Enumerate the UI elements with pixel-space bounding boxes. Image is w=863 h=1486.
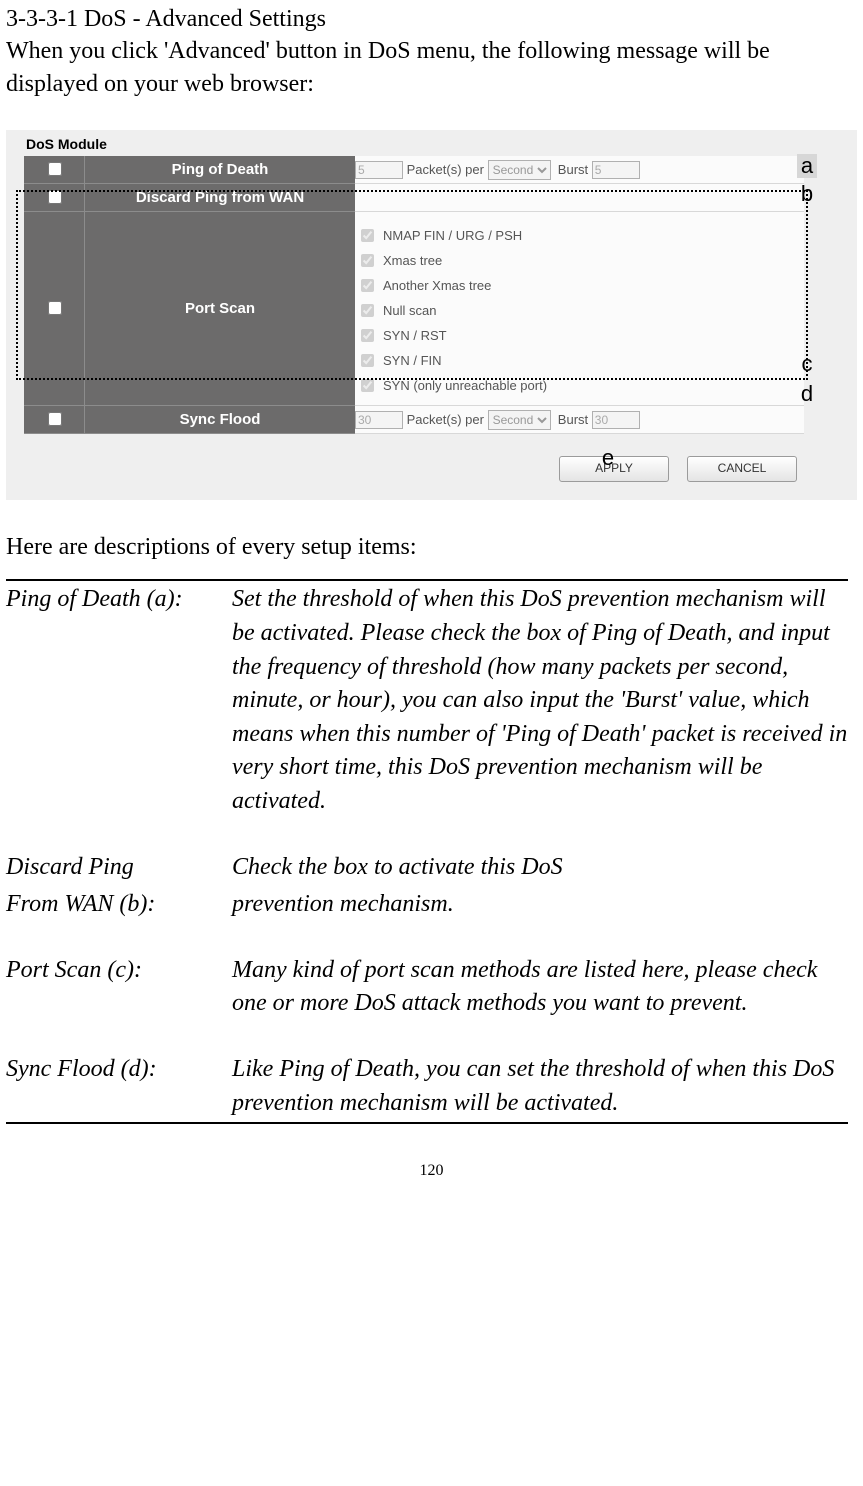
dos-settings-table: Ping of Death Packet(s) per Second Burst… — [24, 156, 804, 435]
port-scan-item-label: SYN / RST — [383, 328, 447, 343]
annotation-a: a — [797, 154, 817, 178]
burst-label: Burst — [558, 162, 588, 177]
ping-of-death-unit[interactable]: Second — [488, 160, 551, 180]
discard-ping-label: Discard Ping from WAN — [85, 184, 356, 212]
port-scan-item-label: Another Xmas tree — [383, 278, 491, 293]
packets-per-label: Packet(s) per — [407, 412, 484, 427]
discard-ping-checkbox[interactable] — [48, 190, 62, 204]
port-scan-item-checkbox[interactable] — [361, 279, 374, 292]
port-scan-list: NMAP FIN / URG / PSH Xmas tree Another X… — [355, 218, 804, 400]
port-scan-item-checkbox[interactable] — [361, 229, 374, 242]
desc-text: Check the box to activate this DoS — [232, 849, 848, 887]
descriptions-intro: Here are descriptions of every setup ite… — [6, 534, 857, 561]
port-scan-item-label: Xmas tree — [383, 253, 442, 268]
desc-text: Set the threshold of when this DoS preve… — [232, 580, 848, 820]
sync-flood-unit[interactable]: Second — [488, 410, 551, 430]
page-number: 120 — [6, 1162, 857, 1180]
annotation-e: e — [598, 446, 618, 470]
desc-term: Port Scan (c): — [6, 952, 232, 1023]
annotation-c: c — [797, 352, 817, 376]
ping-of-death-checkbox[interactable] — [48, 162, 62, 176]
intro-text: When you click 'Advanced' button in DoS … — [6, 35, 857, 100]
sync-flood-checkbox[interactable] — [48, 412, 62, 426]
sync-flood-burst[interactable] — [592, 411, 640, 429]
port-scan-label: Port Scan — [85, 212, 356, 406]
ping-of-death-label: Ping of Death — [85, 156, 356, 184]
sync-flood-packets[interactable] — [355, 411, 403, 429]
desc-term: Discard Ping — [6, 849, 232, 887]
cancel-button[interactable]: CANCEL — [687, 456, 797, 482]
burst-label: Burst — [558, 412, 588, 427]
packets-per-label: Packet(s) per — [407, 162, 484, 177]
desc-text: Like Ping of Death, you can set the thre… — [232, 1051, 848, 1123]
port-scan-item-label: NMAP FIN / URG / PSH — [383, 228, 522, 243]
module-title: DoS Module — [6, 134, 857, 156]
desc-text: prevention mechanism. — [232, 886, 848, 924]
ping-of-death-burst[interactable] — [592, 161, 640, 179]
desc-term: Ping of Death (a): — [6, 580, 232, 820]
desc-text: Many kind of port scan methods are liste… — [232, 952, 848, 1023]
port-scan-item-checkbox[interactable] — [361, 354, 374, 367]
port-scan-item-label: Null scan — [383, 303, 436, 318]
section-heading: 3-3-3-1 DoS - Advanced Settings — [6, 4, 857, 35]
port-scan-item-checkbox[interactable] — [361, 329, 374, 342]
port-scan-item-checkbox[interactable] — [361, 379, 374, 392]
port-scan-checkbox[interactable] — [48, 301, 62, 315]
sync-flood-label: Sync Flood — [85, 406, 356, 434]
dos-module-panel: DoS Module a b c d e Ping of Death Packe… — [6, 130, 857, 501]
desc-term: From WAN (b): — [6, 886, 232, 924]
port-scan-item-checkbox[interactable] — [361, 254, 374, 267]
port-scan-item-checkbox[interactable] — [361, 304, 374, 317]
port-scan-item-label: SYN (only unreachable port) — [383, 378, 547, 393]
annotation-b: b — [797, 182, 817, 206]
port-scan-item-label: SYN / FIN — [383, 353, 442, 368]
ping-of-death-packets[interactable] — [355, 161, 403, 179]
annotation-d: d — [797, 382, 817, 406]
descriptions-table: Ping of Death (a): Set the threshold of … — [6, 579, 848, 1124]
desc-term: Sync Flood (d): — [6, 1051, 232, 1123]
